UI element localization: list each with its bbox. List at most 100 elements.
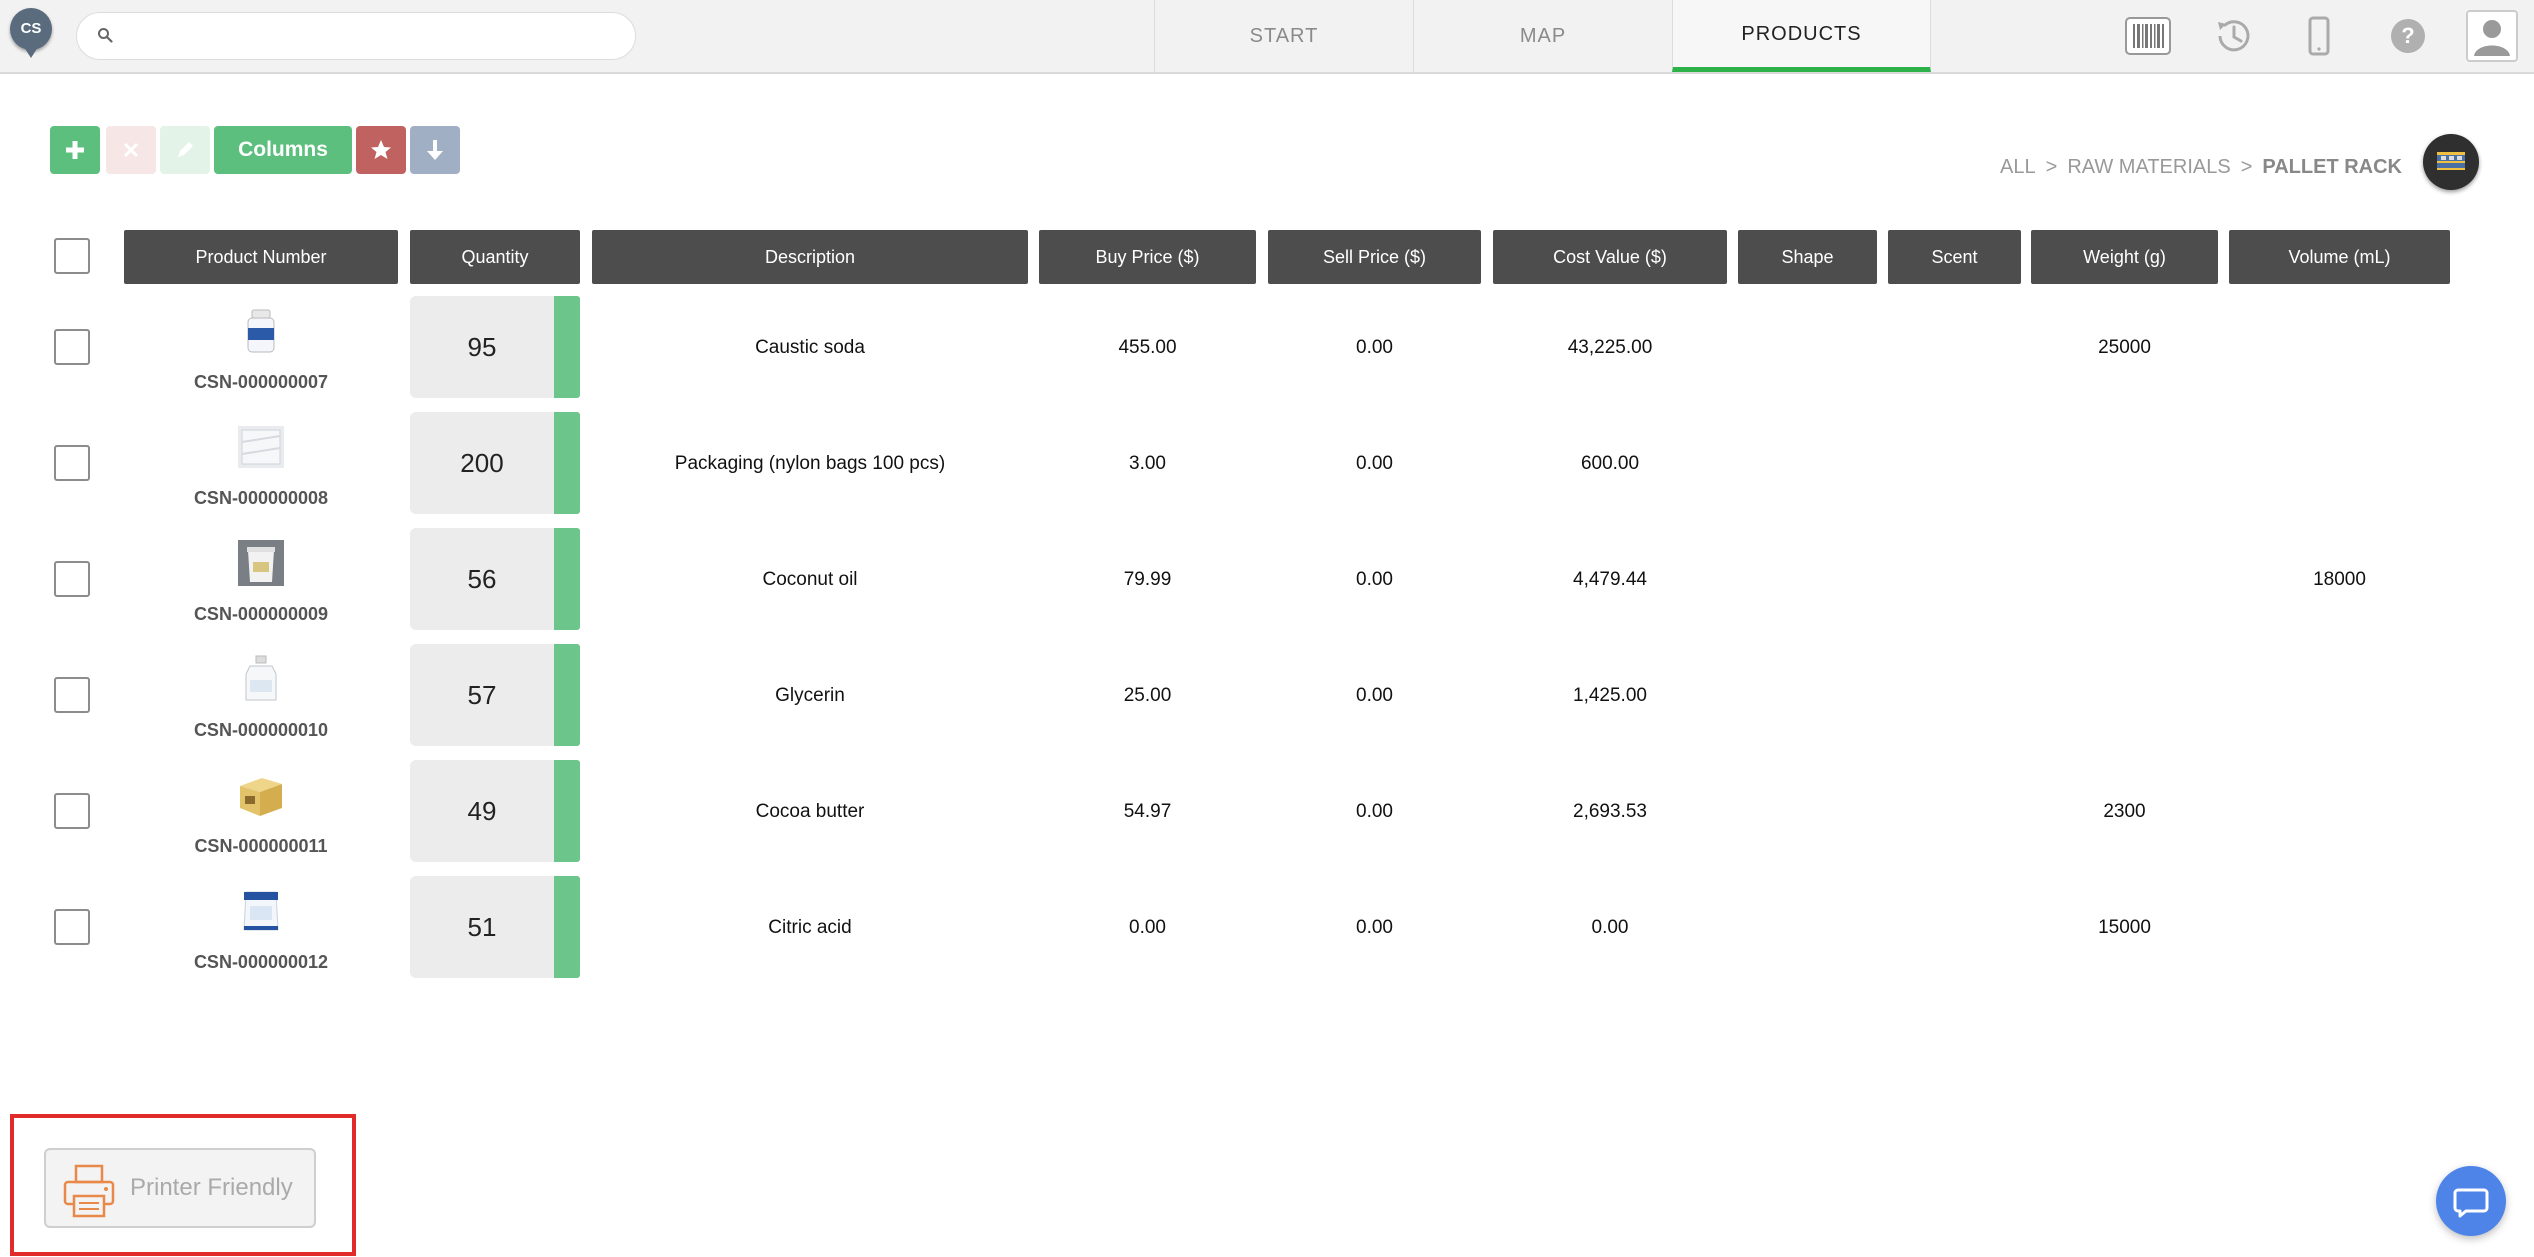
printer-icon	[63, 1164, 115, 1218]
jug-icon[interactable]	[236, 654, 286, 704]
weight-cell: 15000	[2098, 917, 2151, 938]
volume-cell: 18000	[2313, 569, 2366, 590]
header-scent[interactable]: Scent	[1888, 230, 2021, 284]
header-description[interactable]: Description	[592, 230, 1028, 284]
description-cell: Citric acid	[768, 917, 852, 938]
sack-icon[interactable]	[236, 886, 286, 936]
quantity-bar	[554, 412, 580, 514]
svg-text:?: ?	[2401, 23, 2414, 48]
description-cell: Coconut oil	[762, 569, 858, 590]
breadcrumb-raw-materials[interactable]: RAW MATERIALS	[2067, 156, 2230, 178]
quantity-bar	[554, 644, 580, 746]
buy-price-cell: 25.00	[1123, 685, 1172, 706]
header-weight[interactable]: Weight (g)	[2031, 230, 2218, 284]
row-checkbox[interactable]	[54, 677, 90, 713]
download-button[interactable]	[410, 126, 460, 174]
select-all-checkbox[interactable]	[54, 238, 90, 274]
search-box[interactable]	[76, 12, 636, 60]
help-icon[interactable]: ?	[2384, 12, 2432, 60]
barcode-icon[interactable]	[2124, 12, 2172, 60]
quantity-bar	[554, 760, 580, 862]
breadcrumb-all[interactable]: ALL	[2000, 156, 2036, 178]
search-input[interactable]	[127, 19, 621, 55]
header-buy-price[interactable]: Buy Price ($)	[1039, 230, 1256, 284]
buy-price-cell: 79.99	[1123, 569, 1172, 590]
product-number[interactable]: CSN-000000009	[124, 604, 398, 625]
top-bar: CS START MAP PRODUCTS ?	[0, 0, 2534, 74]
tab-products[interactable]: PRODUCTS	[1672, 0, 1931, 72]
quantity-value: 57	[467, 680, 497, 710]
chat-button[interactable]	[2436, 1166, 2506, 1236]
sell-price-cell: 0.00	[1356, 801, 1393, 822]
breadcrumb-separator: >	[2240, 156, 2253, 178]
quantity-bar	[554, 528, 580, 630]
quantity-value: 51	[467, 912, 497, 942]
product-number[interactable]: CSN-000000011	[124, 836, 398, 857]
sell-price-cell: 0.00	[1356, 337, 1393, 358]
arrow-down-icon	[427, 140, 443, 160]
logo-pin-tail	[22, 44, 40, 58]
header-product-number[interactable]: Product Number	[124, 230, 398, 284]
delete-button[interactable]	[106, 126, 156, 174]
pencil-icon	[178, 142, 193, 157]
history-icon[interactable]	[2210, 12, 2258, 60]
header-quantity[interactable]: Quantity	[410, 230, 580, 284]
cost-value-cell: 4,479.44	[1573, 569, 1647, 590]
user-avatar-icon[interactable]	[2466, 10, 2518, 62]
header-cost-value[interactable]: Cost Value ($)	[1493, 230, 1727, 284]
description-cell: Caustic soda	[755, 337, 865, 358]
header-volume[interactable]: Volume (mL)	[2229, 230, 2450, 284]
row-checkbox[interactable]	[54, 329, 90, 365]
pallet-rack-avatar[interactable]	[2423, 134, 2479, 190]
header-shape[interactable]: Shape	[1738, 230, 1877, 284]
close-icon	[123, 142, 139, 158]
favorite-button[interactable]	[356, 126, 406, 174]
weight-cell: 25000	[2098, 337, 2151, 358]
printer-friendly-button[interactable]: Printer Friendly	[44, 1148, 316, 1228]
sell-price-cell: 0.00	[1356, 917, 1393, 938]
product-number[interactable]: CSN-000000012	[124, 952, 398, 973]
edit-button[interactable]	[160, 126, 210, 174]
product-number[interactable]: CSN-000000010	[124, 720, 398, 741]
add-button[interactable]	[50, 126, 100, 174]
row-checkbox[interactable]	[54, 793, 90, 829]
row-checkbox[interactable]	[54, 909, 90, 945]
breadcrumb-current: PALLET RACK	[2262, 156, 2402, 178]
mobile-icon[interactable]	[2295, 12, 2343, 60]
quantity-value: 56	[467, 564, 497, 594]
quantity-value: 95	[467, 332, 497, 362]
bottle-icon[interactable]	[236, 306, 286, 356]
description-cell: Glycerin	[775, 685, 845, 706]
cost-value-cell: 0.00	[1591, 917, 1629, 938]
columns-button[interactable]: Columns	[214, 126, 352, 174]
row-checkbox[interactable]	[54, 445, 90, 481]
cost-value-cell: 1,425.00	[1573, 685, 1647, 706]
row-checkbox[interactable]	[54, 561, 90, 597]
quantity-value: 200	[460, 448, 504, 478]
tub-icon[interactable]	[236, 538, 286, 588]
bags-icon[interactable]	[236, 422, 286, 472]
butter-box-icon[interactable]	[236, 770, 286, 820]
weight-cell: 2300	[2103, 801, 2146, 822]
sell-price-cell: 0.00	[1356, 453, 1393, 474]
buy-price-cell: 455.00	[1118, 337, 1177, 358]
tab-map[interactable]: MAP	[1413, 0, 1672, 72]
star-icon	[371, 140, 391, 159]
plus-icon	[66, 141, 84, 159]
cost-value-cell: 2,693.53	[1573, 801, 1647, 822]
header-sell-price[interactable]: Sell Price ($)	[1268, 230, 1481, 284]
breadcrumb: ALL > RAW MATERIALS > PALLET RACK	[2000, 156, 2402, 179]
quantity-bar	[554, 876, 580, 978]
breadcrumb-separator: >	[2045, 156, 2058, 178]
cost-value-cell: 43,225.00	[1567, 337, 1653, 358]
buy-price-cell: 0.00	[1129, 917, 1166, 938]
product-number[interactable]: CSN-000000007	[124, 372, 398, 393]
printer-friendly-label: Printer Friendly	[130, 1174, 293, 1201]
main-nav: START MAP PRODUCTS	[1154, 0, 1931, 72]
product-number[interactable]: CSN-000000008	[124, 488, 398, 509]
sell-price-cell: 0.00	[1356, 685, 1393, 706]
sell-price-cell: 0.00	[1356, 569, 1393, 590]
quantity-value: 49	[467, 796, 497, 826]
tab-start[interactable]: START	[1154, 0, 1413, 72]
chat-bubble-icon	[2453, 1188, 2489, 1218]
